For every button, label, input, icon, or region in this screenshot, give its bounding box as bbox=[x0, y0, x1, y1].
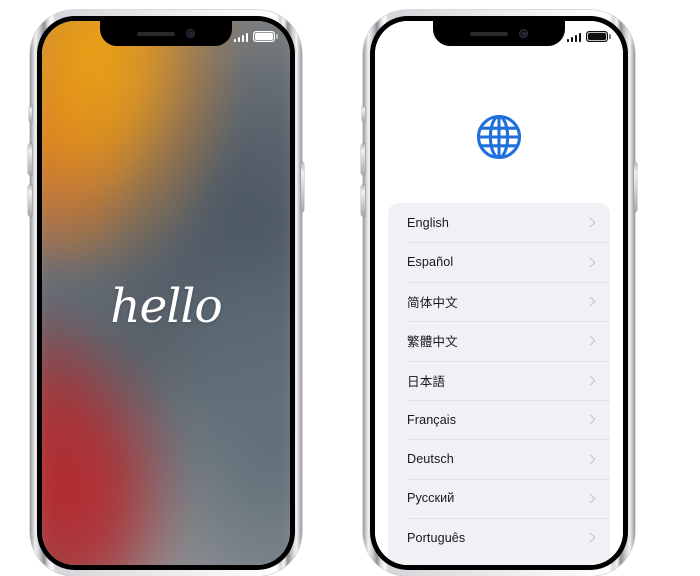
screenshot-stage: hello English Español 简体中文 繁體中文 日本語 Fran… bbox=[0, 0, 700, 576]
chevron-right-icon bbox=[585, 532, 596, 543]
chevron-right-icon bbox=[585, 217, 596, 228]
list-item[interactable]: 简体中文 bbox=[388, 281, 610, 321]
globe-icon-container bbox=[375, 113, 623, 161]
chevron-right-icon bbox=[585, 296, 596, 307]
battery-icon bbox=[586, 31, 611, 42]
chevron-right-icon bbox=[585, 414, 596, 425]
chevron-right-icon bbox=[585, 257, 596, 268]
language-label: Português bbox=[407, 530, 466, 545]
right-phone-device: English Español 简体中文 繁體中文 日本語 Français D… bbox=[361, 10, 637, 576]
language-label: English bbox=[407, 215, 450, 230]
mute-switch-button[interactable] bbox=[28, 106, 32, 122]
speaker-grille-icon bbox=[470, 31, 508, 36]
language-label: Русский bbox=[407, 491, 455, 506]
language-label: 日本語 bbox=[407, 374, 446, 389]
front-camera-icon bbox=[186, 29, 195, 38]
volume-down-button[interactable] bbox=[28, 185, 32, 216]
chevron-right-icon bbox=[585, 454, 596, 464]
left-phone-bezel: hello bbox=[37, 16, 295, 570]
power-button[interactable] bbox=[300, 162, 304, 212]
right-phone-bezel: English Español 简体中文 繁體中文 日本語 Français D… bbox=[370, 16, 628, 570]
right-phone-notch bbox=[433, 21, 565, 46]
list-item[interactable]: Português bbox=[388, 518, 610, 557]
chevron-right-icon bbox=[585, 375, 596, 386]
cellular-signal-icon bbox=[566, 32, 581, 42]
list-item[interactable]: 日本語 bbox=[388, 360, 610, 400]
left-phone-screen: hello bbox=[42, 21, 290, 565]
list-item[interactable]: Français bbox=[388, 399, 610, 439]
left-phone-device: hello bbox=[28, 10, 304, 576]
battery-icon bbox=[253, 31, 278, 42]
volume-up-button[interactable] bbox=[28, 144, 32, 175]
list-item[interactable]: Deutsch bbox=[388, 439, 610, 478]
front-camera-icon bbox=[519, 29, 528, 38]
right-phone-screen: English Español 简体中文 繁體中文 日本語 Français D… bbox=[375, 21, 623, 565]
speaker-grille-icon bbox=[137, 31, 175, 36]
right-phone-status-bar bbox=[566, 28, 611, 42]
cellular-signal-icon bbox=[233, 32, 248, 42]
list-item[interactable]: Español bbox=[388, 242, 610, 281]
list-item[interactable]: 繁體中文 bbox=[388, 321, 610, 360]
language-label: Français bbox=[407, 412, 457, 427]
mute-switch-button-right[interactable] bbox=[361, 106, 365, 122]
language-label: 简体中文 bbox=[407, 295, 458, 310]
volume-down-button-right[interactable] bbox=[361, 185, 365, 216]
list-item[interactable]: English bbox=[388, 203, 610, 242]
globe-icon bbox=[476, 114, 522, 160]
language-list: English Español 简体中文 繁體中文 日本語 Français D… bbox=[388, 203, 610, 565]
hello-greeting-text: hello bbox=[110, 279, 222, 334]
language-label: Deutsch bbox=[407, 452, 454, 467]
list-item[interactable]: Русский bbox=[388, 478, 610, 518]
language-picker-screen: English Español 简体中文 繁體中文 日本語 Français D… bbox=[375, 21, 623, 565]
power-button-right[interactable] bbox=[633, 162, 637, 212]
language-label: Español bbox=[407, 255, 454, 270]
language-label: 繁體中文 bbox=[407, 335, 458, 350]
left-phone-status-bar bbox=[233, 28, 278, 42]
chevron-right-icon bbox=[585, 335, 596, 346]
left-phone-notch bbox=[100, 21, 232, 46]
volume-up-button-right[interactable] bbox=[361, 144, 365, 175]
chevron-right-icon bbox=[585, 493, 596, 504]
